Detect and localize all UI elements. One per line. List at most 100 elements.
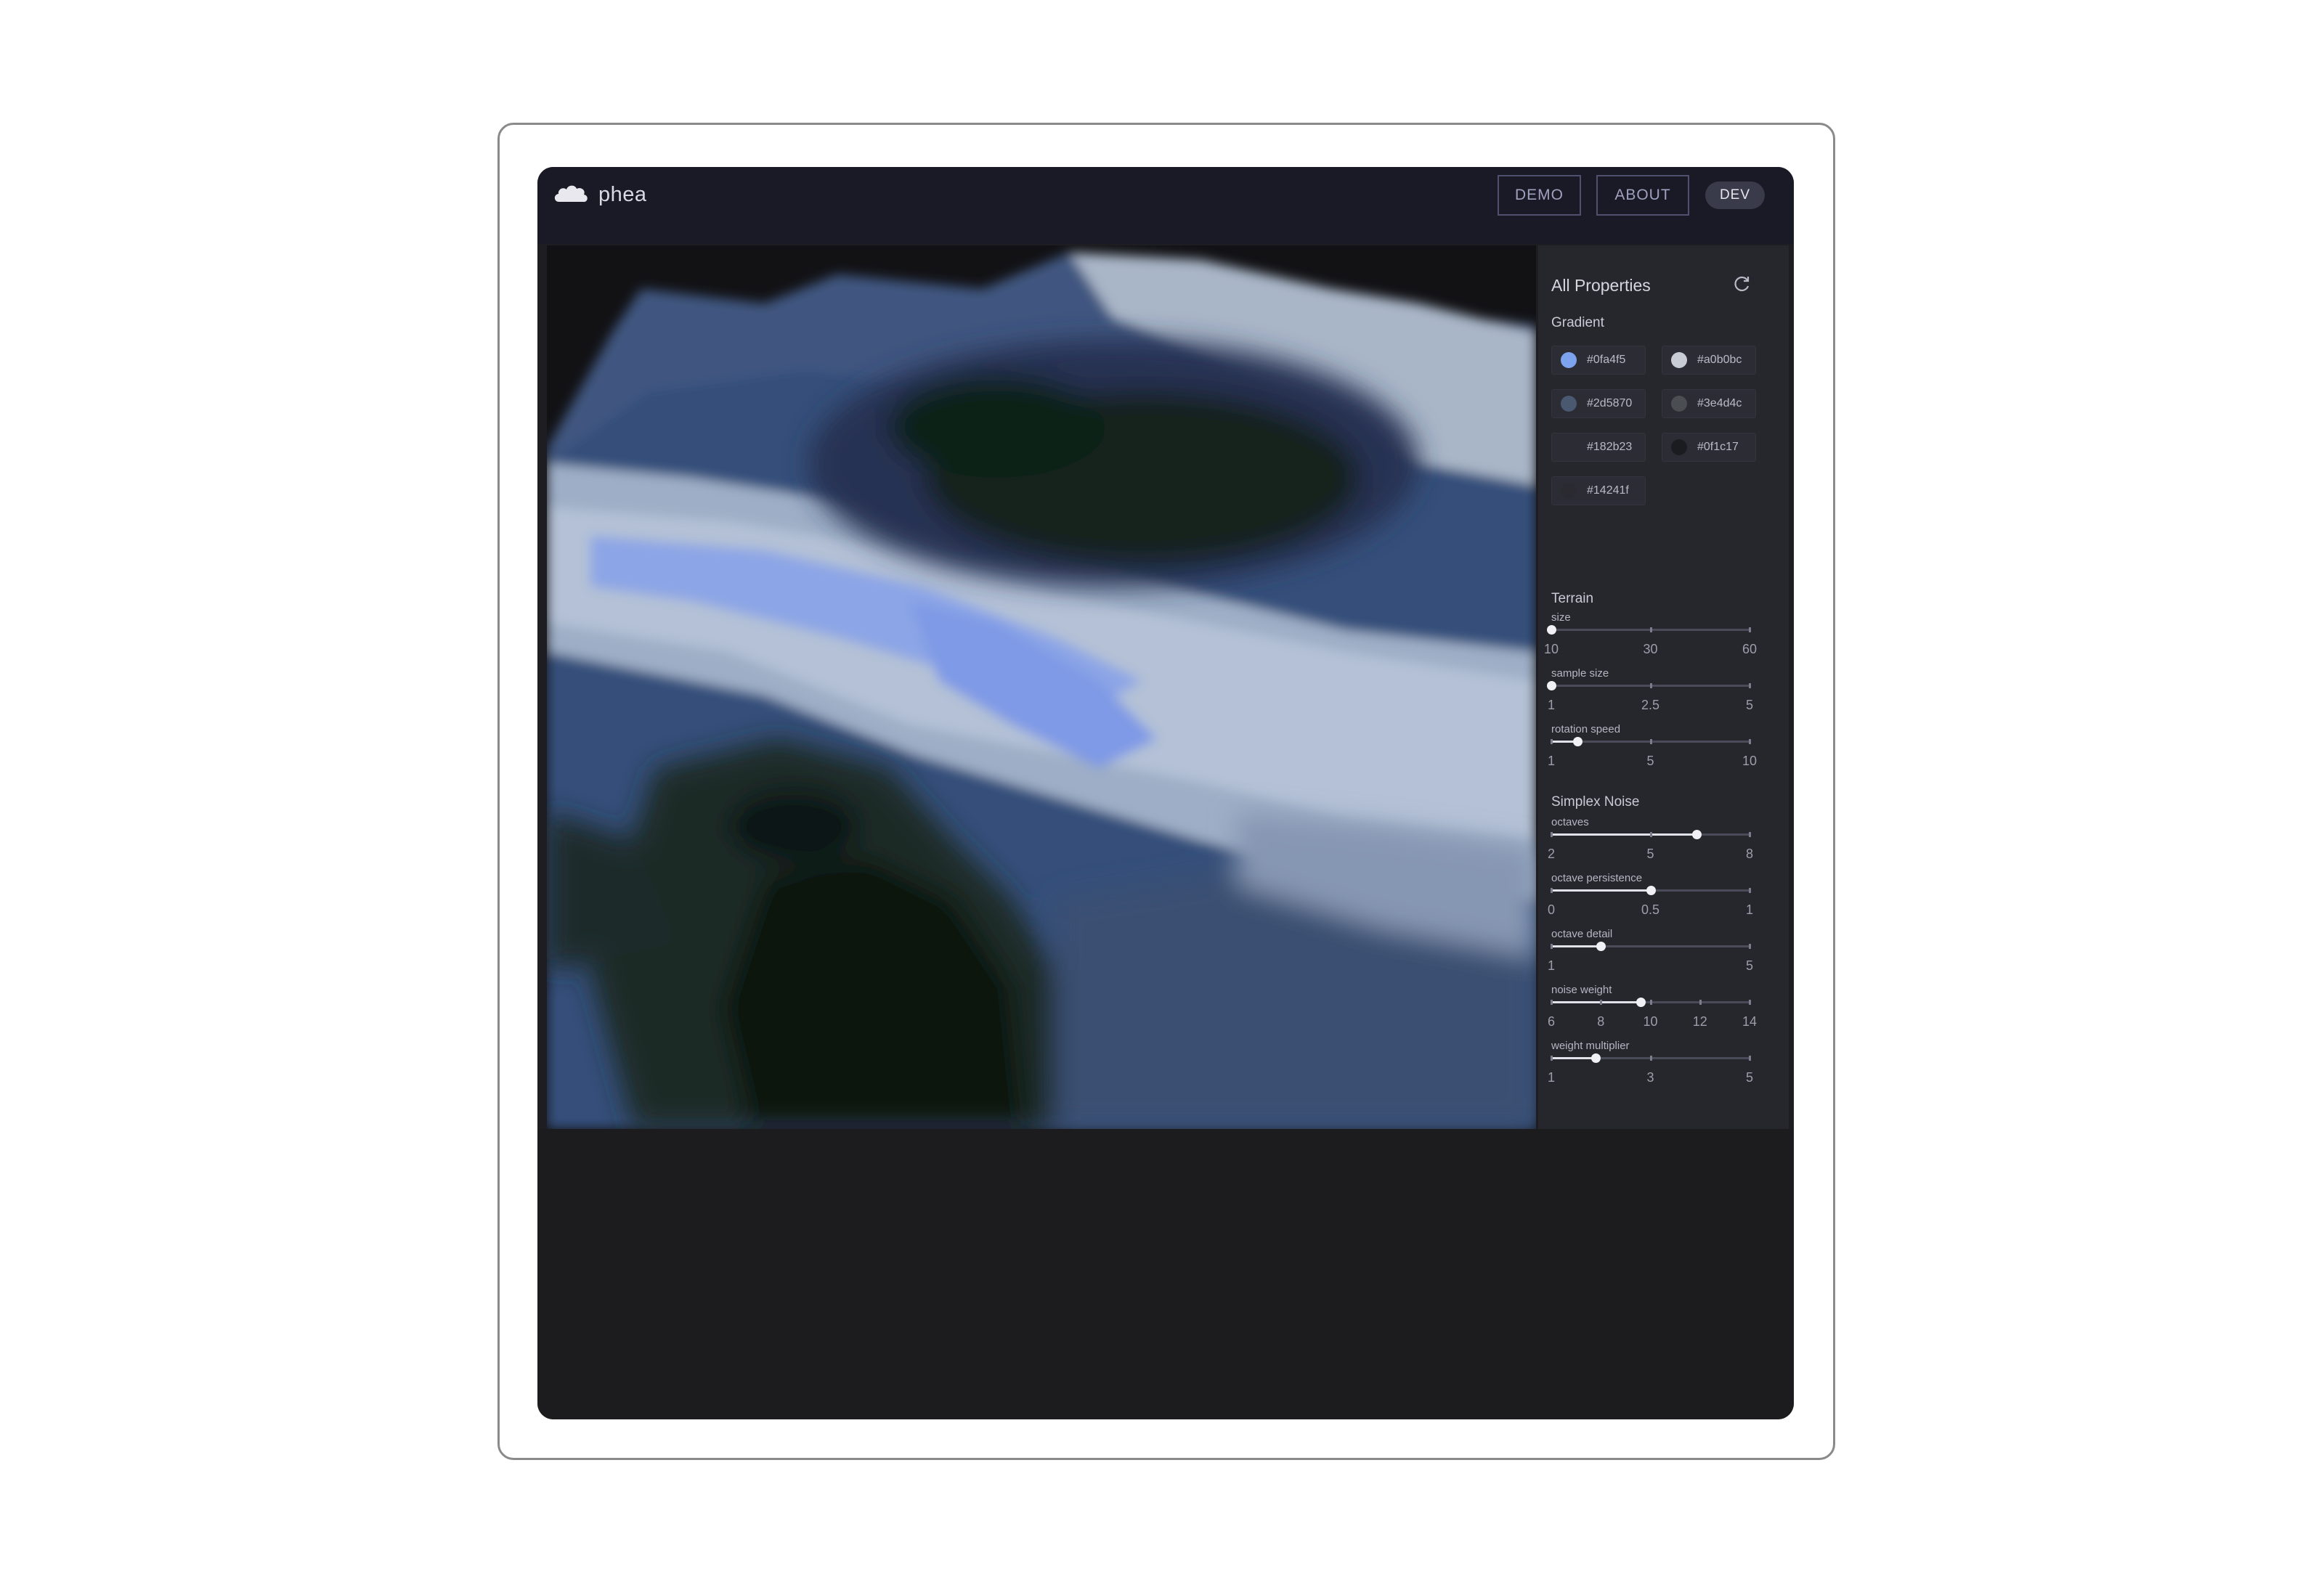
slider-label: sample size [1551,667,1609,680]
slider-tick [1749,888,1751,893]
slider-tick [1649,1000,1652,1005]
slider-label: size [1551,611,1571,624]
slider-tick-label: 10 [1543,642,1559,656]
cloud-logo-icon [554,185,588,203]
slider-tick [1749,683,1751,688]
slider-label: noise weight [1551,984,1612,996]
slider-handle[interactable] [1573,737,1583,746]
slider-tick-label: 10 [1643,1014,1658,1029]
panel-title: All Properties [1551,276,1651,295]
slider-fill [1551,833,1697,836]
gradient-color-swatch[interactable]: #a0b0bc [1662,346,1756,375]
dev-button[interactable]: DEV [1705,182,1765,209]
slider-handle[interactable] [1547,625,1556,635]
color-hex-label: #182b23 [1587,441,1633,453]
slider-tick [1749,944,1751,949]
slider-track[interactable]: 1 2.5 5 [1547,681,1753,712]
color-hex-label: #0f1c17 [1697,441,1739,453]
slider-tick-label: 10 [1742,754,1758,768]
slider-tick-label: 60 [1742,642,1758,656]
slider-tick [1551,832,1553,837]
slider-tick [1749,627,1751,632]
slider-label: rotation speed [1551,723,1621,735]
demo-button[interactable]: DEMO [1498,175,1581,216]
slider-tick-label: 5 [1646,847,1654,861]
slider-tick [1551,739,1553,744]
slider-tick-label: 30 [1643,642,1658,656]
slider-tick [1551,1056,1553,1061]
slider-tick [1551,888,1553,893]
gradient-section-label: Gradient [1551,315,1604,330]
slider-handle[interactable] [1646,886,1656,895]
slider-track[interactable]: 2 5 8 [1548,830,1753,861]
terrain-render [547,245,1536,1129]
slider-tick [1600,1000,1603,1005]
slider-tick-label: 6 [1547,1014,1556,1029]
slider-tick-label: 1 [1745,902,1754,917]
slider-tick-label: 0.5 [1641,902,1660,917]
slider-track[interactable]: 0 0.5 1 [1548,886,1753,917]
slider-tick-label: 0 [1547,902,1556,917]
color-hex-label: #a0b0bc [1697,354,1742,366]
color-dot-icon [1671,439,1687,455]
slider-tick-label: 3 [1646,1070,1654,1085]
slider-tick [1649,627,1652,632]
color-hex-label: #2d5870 [1587,397,1633,409]
simplex-noise-section-label: Simplex Noise [1551,794,1640,810]
slider-tick-label: 8 [1745,847,1754,861]
gradient-color-swatch[interactable]: #182b23 [1551,433,1646,462]
gradient-color-swatch[interactable]: #3e4d4c [1662,389,1756,418]
color-dot-icon [1671,352,1687,368]
color-hex-label: #3e4d4c [1697,397,1742,409]
color-dot-icon [1671,396,1687,412]
color-dot-icon [1561,352,1577,368]
slider-tick-label: 14 [1742,1014,1758,1029]
slider-label: octave detail [1551,928,1613,940]
slider-handle[interactable] [1591,1053,1601,1063]
empty-lower-area [537,1129,1794,1419]
slider-tick-label: 5 [1745,698,1754,712]
slider-track[interactable]: 1 3 5 [1548,1053,1753,1085]
color-dot-icon [1561,439,1577,455]
slider-tick-label: 5 [1646,754,1654,768]
refresh-icon[interactable] [1733,274,1752,293]
slider-tick [1749,739,1751,744]
terrain-canvas[interactable] [547,245,1536,1129]
slider-tick [1551,944,1553,949]
slider-tick-label: 5 [1745,958,1754,973]
color-dot-icon [1561,483,1577,499]
slider-tick [1649,683,1652,688]
slider-tick [1649,832,1652,837]
slider-fill [1551,1001,1641,1003]
slider-handle[interactable] [1547,681,1556,690]
slider-tick-label: 2.5 [1641,698,1660,712]
gradient-color-swatch[interactable]: #2d5870 [1551,389,1646,418]
gradient-color-swatch[interactable]: #0f1c17 [1662,433,1756,462]
app-name: phea [598,182,647,206]
terrain-section-label: Terrain [1551,591,1594,606]
slider-tick-label: 1 [1547,754,1556,768]
slider-tick-label: 1 [1547,958,1556,973]
app-window: phea DEMO ABOUT DEV All Properties Gradi… [537,167,1794,1419]
slider-track[interactable]: 6 8 10 12 14 [1548,998,1757,1029]
slider-tick-label: 5 [1745,1070,1754,1085]
slider-tick [1551,1000,1553,1005]
slider-tick [1649,1056,1652,1061]
color-hex-label: #0fa4f5 [1587,354,1626,366]
slider-tick-label: 8 [1597,1014,1605,1029]
slider-label: weight multiplier [1551,1040,1630,1052]
slider-track[interactable]: 15 [1548,942,1753,973]
slider-handle[interactable] [1596,942,1606,951]
slider-handle[interactable] [1636,998,1646,1007]
color-hex-label: #14241f [1587,484,1629,497]
properties-panel: All Properties Gradient #0fa4f5 #a0b0bc #2… [1538,245,1789,1129]
slider-fill [1551,889,1651,892]
about-button[interactable]: ABOUT [1596,175,1689,216]
slider-track[interactable]: 1 5 10 [1548,737,1757,768]
gradient-color-swatch[interactable]: #0fa4f5 [1551,346,1646,375]
gradient-color-swatch[interactable]: #14241f [1551,476,1646,505]
slider-tick [1749,1056,1751,1061]
slider-handle[interactable] [1692,830,1702,839]
logo[interactable]: phea [552,180,647,209]
slider-track[interactable]: 10 30 60 [1544,625,1757,656]
